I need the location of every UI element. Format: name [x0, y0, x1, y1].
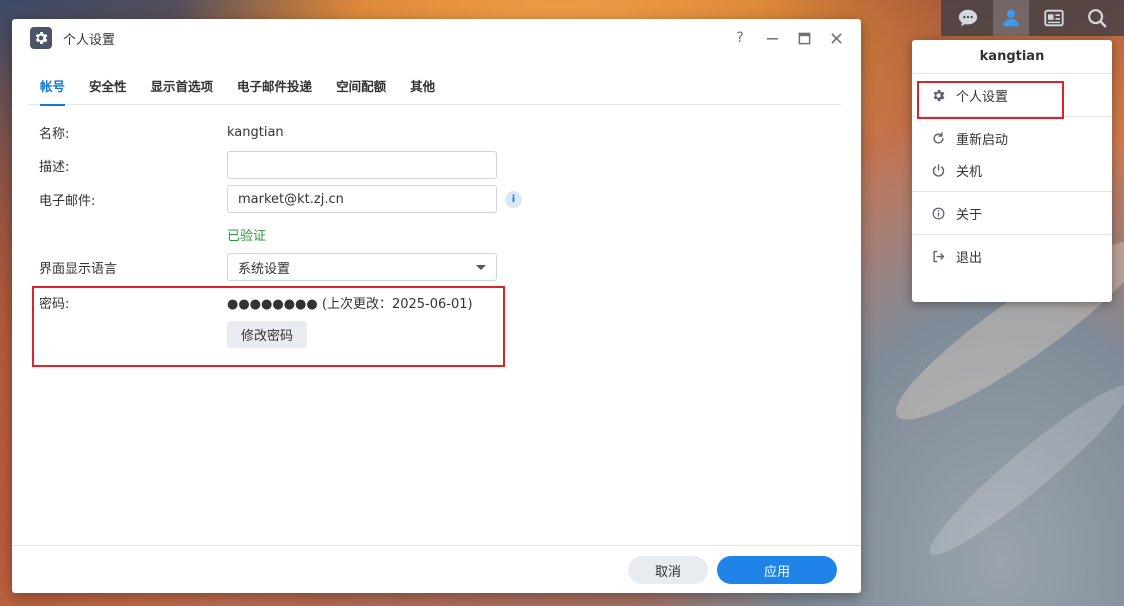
- tab-display-preferences[interactable]: 显示首选项: [139, 71, 226, 105]
- dialog-title: 个人设置: [63, 32, 116, 48]
- maximize-icon: [798, 32, 810, 44]
- wallpaper-streak: [917, 371, 1124, 569]
- menu-item-label: 关机: [956, 164, 983, 180]
- power-icon: [930, 162, 946, 178]
- menu-item-label: 重新启动: [956, 132, 1009, 148]
- email-label: 电子邮件:: [39, 193, 96, 209]
- help-button[interactable]: ?: [729, 27, 751, 49]
- menu-group-logout: 退出: [912, 235, 1112, 277]
- menu-group-power: 重新启动 关机: [912, 117, 1112, 192]
- form-row-language: 界面显示语言 系统设置: [39, 253, 497, 281]
- name-label: 名称:: [39, 127, 70, 142]
- menu-item-label: 退出: [956, 250, 983, 266]
- chevron-down-icon: [476, 264, 486, 270]
- menu-item-personal-settings[interactable]: 个人设置: [912, 79, 1112, 111]
- tab-bar: 帐号 安全性 显示首选项 电子邮件投递 空间配额 其他: [28, 71, 841, 106]
- taskbar-tray: [941, 0, 1124, 36]
- menu-item-about[interactable]: 关于: [912, 197, 1112, 229]
- maximize-button[interactable]: [793, 27, 815, 49]
- minimize-button[interactable]: [761, 27, 783, 49]
- form-row-email: 电子邮件: i: [39, 185, 522, 213]
- description-input[interactable]: [227, 151, 497, 179]
- user-menu: kangtian 个人设置 重新启动 关机 关于 退出: [912, 40, 1112, 302]
- close-icon: [830, 32, 842, 44]
- dialog-titlebar[interactable]: 个人设置 ?: [12, 19, 861, 57]
- app-settings-icon: [30, 27, 52, 49]
- language-select-value: 系统设置: [238, 261, 291, 277]
- dialog-footer: 取消 应用: [12, 545, 861, 593]
- name-value: kangtian: [227, 125, 284, 140]
- gear-icon: [930, 87, 946, 103]
- form-row-description: 描述:: [39, 151, 497, 179]
- apply-button[interactable]: 应用: [717, 556, 837, 584]
- tab-security[interactable]: 安全性: [77, 71, 139, 105]
- description-label: 描述:: [39, 159, 70, 175]
- cancel-button[interactable]: 取消: [628, 556, 708, 584]
- tab-others[interactable]: 其他: [398, 71, 447, 105]
- minimize-icon: [766, 37, 778, 40]
- menu-item-label: 关于: [956, 207, 983, 223]
- language-select[interactable]: 系统设置: [227, 253, 497, 281]
- info-icon: [930, 205, 946, 221]
- email-field[interactable]: [227, 185, 497, 213]
- tab-account[interactable]: 帐号: [28, 71, 77, 106]
- language-label: 界面显示语言: [39, 261, 118, 277]
- close-button[interactable]: [825, 27, 847, 49]
- window-controls: ?: [729, 27, 847, 49]
- password-label: 密码:: [39, 297, 70, 312]
- form-row-name: 名称: kangtian: [39, 123, 284, 142]
- menu-item-shutdown[interactable]: 关机: [912, 154, 1112, 186]
- personal-settings-dialog: 个人设置 ? 帐号 安全性 显示首选项 电子邮件投递 空间配额 其他 名称: k…: [12, 19, 861, 593]
- user-icon[interactable]: [993, 0, 1030, 36]
- widgets-icon[interactable]: [1036, 0, 1072, 36]
- email-verified-status: 已验证: [227, 229, 267, 244]
- password-value: ●●●●●●●● (上次更改：2025-06-01): [227, 297, 473, 312]
- menu-item-logout[interactable]: 退出: [912, 240, 1112, 272]
- email-info-icon[interactable]: i: [505, 190, 522, 208]
- search-icon[interactable]: [1079, 0, 1115, 36]
- logout-icon: [930, 248, 946, 264]
- menu-item-restart[interactable]: 重新启动: [912, 122, 1112, 154]
- chat-icon[interactable]: [950, 0, 986, 36]
- form-row-password: 密码: ●●●●●●●● (上次更改：2025-06-01): [39, 293, 473, 312]
- menu-group-about: 关于: [912, 192, 1112, 235]
- menu-group-settings: 个人设置: [912, 74, 1112, 117]
- menu-item-label: 个人设置: [956, 89, 1009, 105]
- tab-email-delivery[interactable]: 电子邮件投递: [225, 71, 324, 105]
- tab-quota[interactable]: 空间配额: [324, 71, 398, 105]
- change-password-button[interactable]: 修改密码: [227, 321, 307, 348]
- restart-icon: [930, 130, 946, 146]
- menu-username: kangtian: [912, 40, 1112, 74]
